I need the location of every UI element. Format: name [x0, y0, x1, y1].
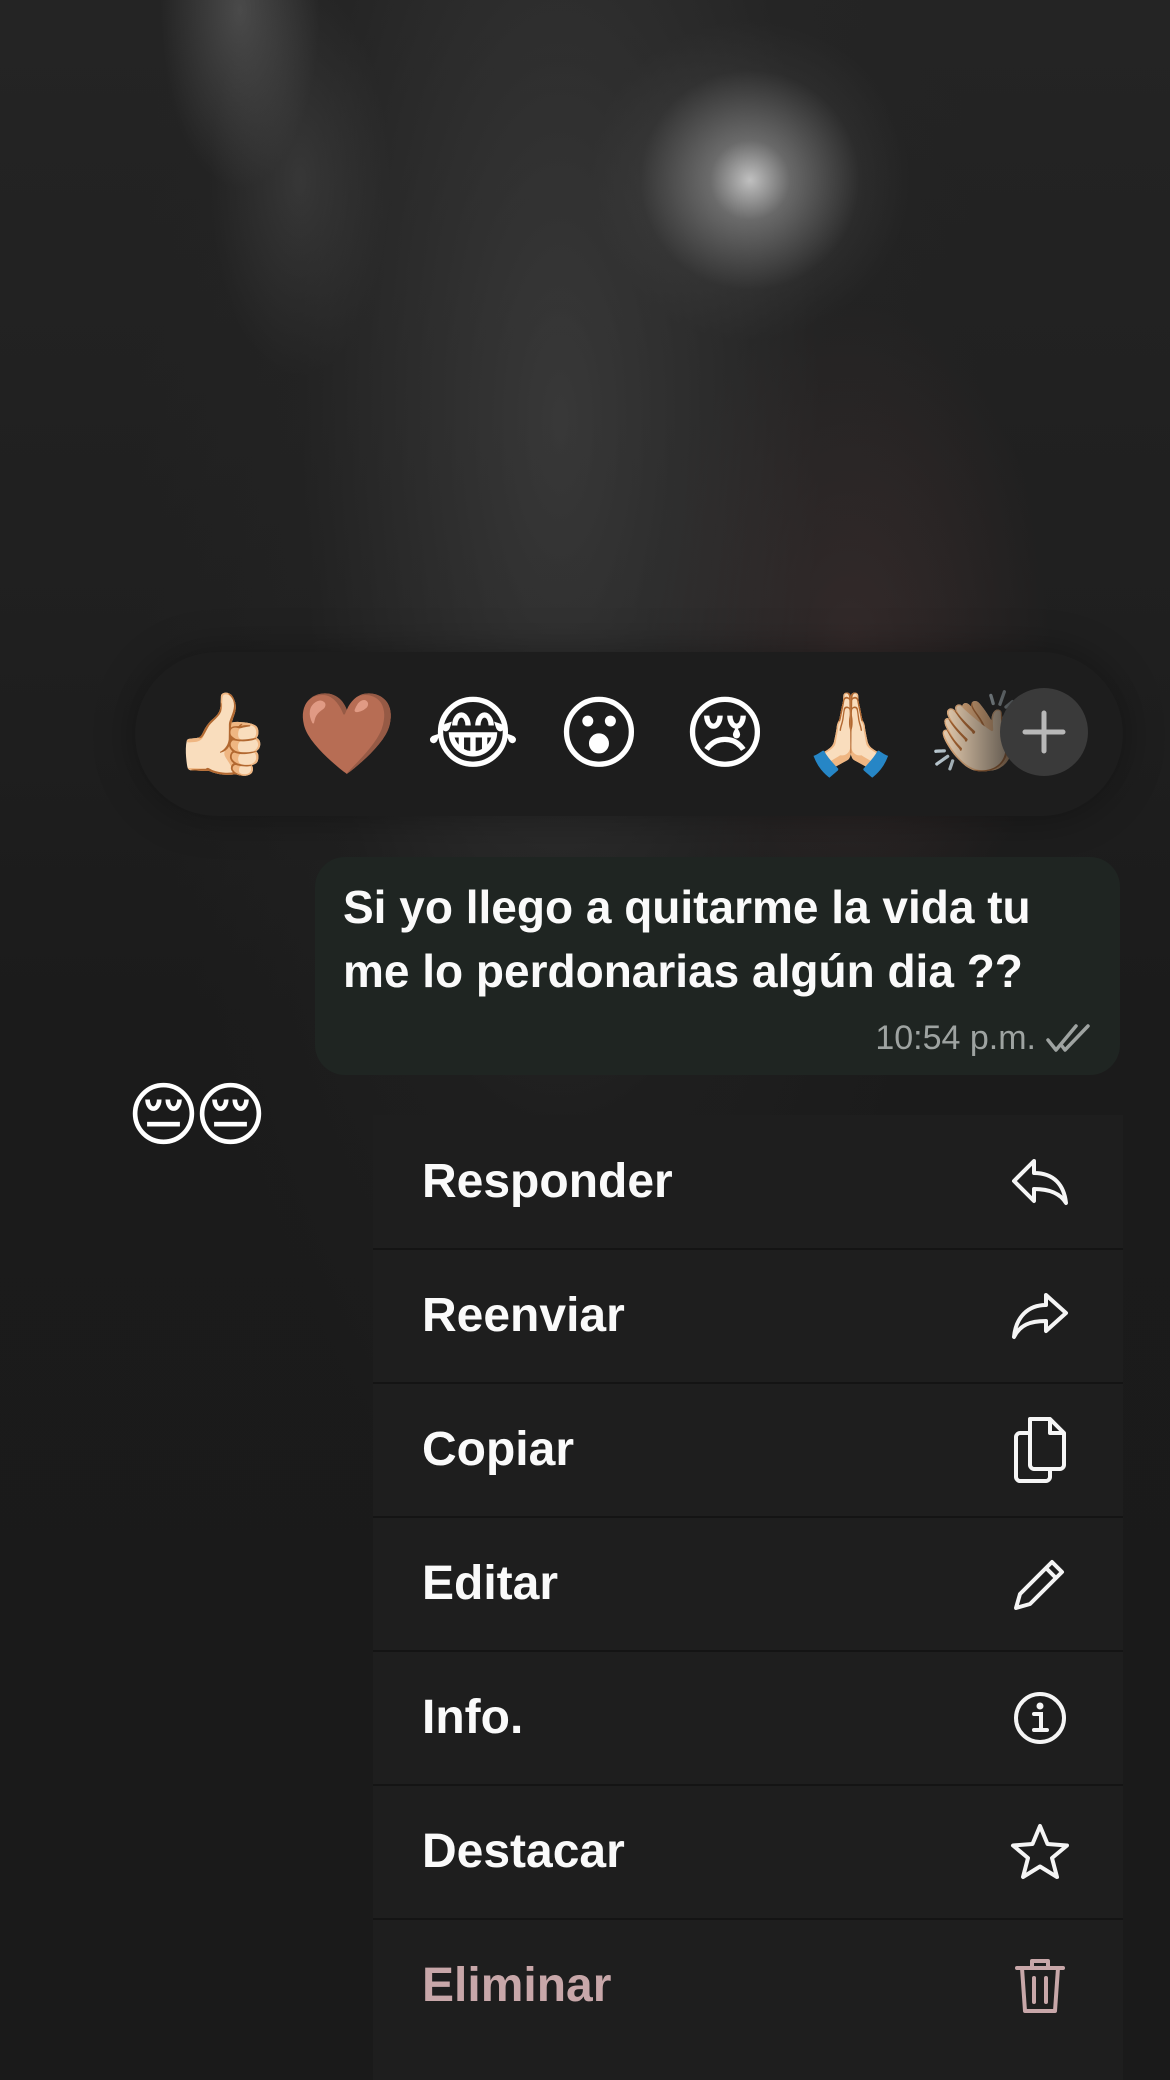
- context-menu: Responder Reenviar Copiar Editar Info. D…: [373, 1115, 1123, 2080]
- menu-item-star[interactable]: Destacar: [373, 1785, 1123, 1920]
- reaction-praying-emoji: 🙏🏻: [801, 689, 901, 778]
- plus-icon: [1022, 710, 1066, 754]
- message-text: Si yo llego a quitarme la vida tu me lo …: [343, 881, 1031, 997]
- message-bubble[interactable]: Si yo llego a quitarme la vida tu me lo …: [315, 857, 1120, 1075]
- menu-item-edit-label: Editar: [422, 1557, 559, 1610]
- menu-item-star-label: Destacar: [422, 1825, 625, 1878]
- reaction-surprised-emoji: 😮: [557, 689, 641, 778]
- reaction-thumbs-up-emoji: 👍🏻: [172, 689, 272, 778]
- message-meta: 10:54 p.m.: [875, 1015, 1094, 1061]
- menu-item-forward-label: Reenviar: [422, 1289, 625, 1342]
- reaction-crying[interactable]: 😢: [673, 682, 777, 786]
- menu-item-edit[interactable]: Editar: [373, 1517, 1123, 1652]
- reaction-laughing[interactable]: 😂: [421, 682, 525, 786]
- menu-item-delete-label: Eliminar: [422, 1959, 612, 2012]
- reaction-bar: 👍🏻 🤎 😂 😮 😢 🙏🏻 👏🏻: [135, 652, 1123, 816]
- reaction-heart[interactable]: 🤎: [295, 682, 399, 786]
- add-reaction-button[interactable]: [1000, 688, 1088, 776]
- reply-icon: [1009, 1151, 1071, 1213]
- star-icon: [1009, 1821, 1071, 1883]
- reaction-laughing-emoji: 😂: [426, 689, 520, 778]
- menu-item-forward[interactable]: Reenviar: [373, 1249, 1123, 1384]
- message-reaction-emoji: 😔😔: [127, 1076, 267, 1154]
- info-icon: [1009, 1687, 1071, 1749]
- double-check-icon: [1046, 1024, 1090, 1052]
- reaction-praying[interactable]: 🙏🏻: [799, 682, 903, 786]
- copy-icon: [1009, 1417, 1071, 1483]
- menu-item-delete[interactable]: Eliminar: [373, 1919, 1123, 2052]
- forward-icon: [1009, 1285, 1071, 1347]
- menu-item-info-label: Info.: [422, 1691, 524, 1744]
- menu-item-info[interactable]: Info.: [373, 1651, 1123, 1786]
- trash-icon: [1009, 1955, 1071, 2017]
- message-time: 10:54 p.m.: [875, 1018, 1036, 1057]
- reaction-heart-emoji: 🤎: [297, 689, 397, 778]
- reaction-surprised[interactable]: 😮: [547, 682, 651, 786]
- menu-item-reply-label: Responder: [422, 1155, 673, 1208]
- menu-item-copy[interactable]: Copiar: [373, 1383, 1123, 1518]
- menu-item-reply[interactable]: Responder: [373, 1115, 1123, 1250]
- pencil-icon: [1009, 1553, 1071, 1615]
- reaction-crying-emoji: 😢: [683, 689, 767, 778]
- reaction-thumbs-up[interactable]: 👍🏻: [170, 682, 274, 786]
- menu-item-copy-label: Copiar: [422, 1423, 575, 1476]
